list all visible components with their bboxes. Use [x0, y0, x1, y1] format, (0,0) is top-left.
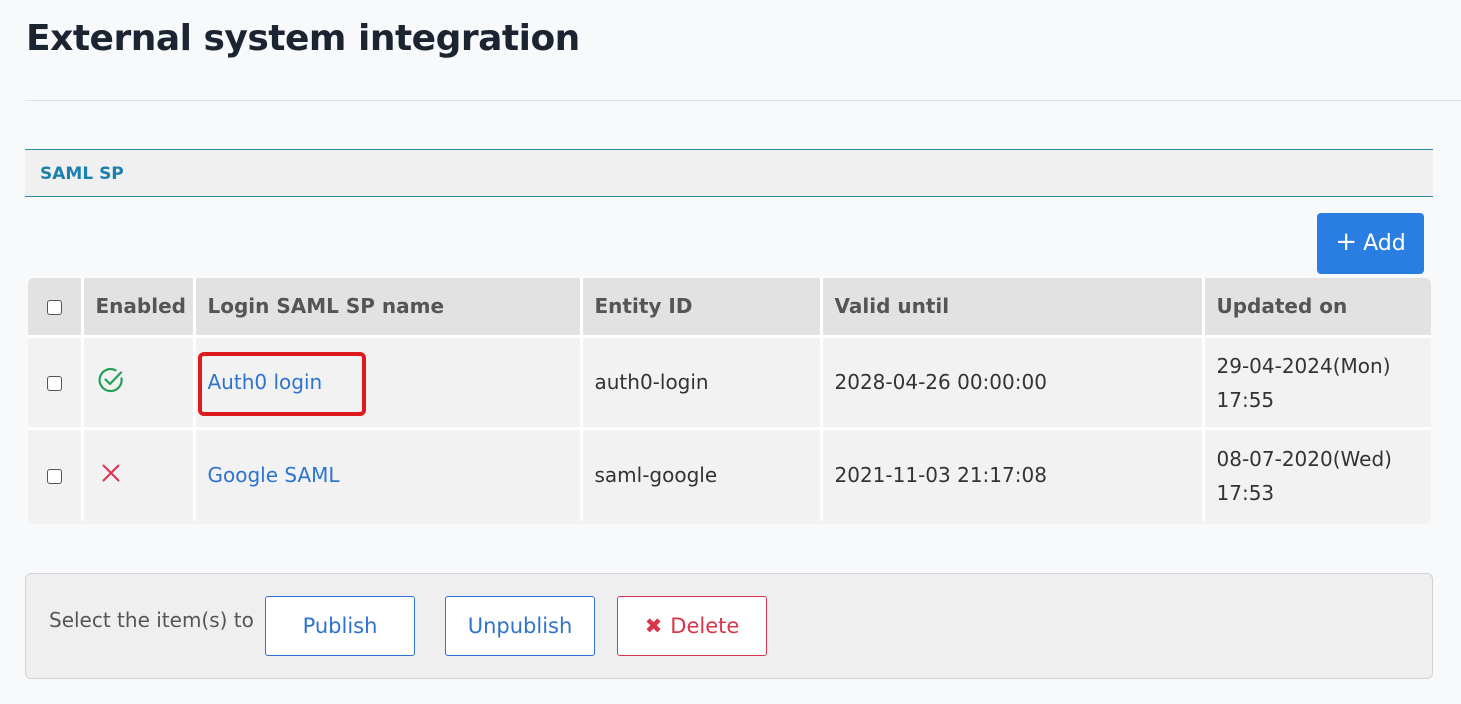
- enabled-cell: [82, 336, 196, 428]
- row-checkbox[interactable]: [46, 469, 62, 485]
- bulk-action-label: Select the item(s) to: [49, 608, 254, 632]
- plus-icon: +: [1335, 227, 1358, 257]
- updated-on-cell: 08-07-2020(Wed) 17:53: [1203, 428, 1431, 521]
- column-header-entity-id[interactable]: Entity ID: [581, 278, 823, 336]
- column-header-updated-on[interactable]: Updated on: [1203, 278, 1431, 336]
- check-circle-icon[interactable]: [96, 365, 126, 400]
- column-header-valid-until[interactable]: Valid until: [821, 278, 1205, 336]
- select-all-cell: [28, 278, 84, 336]
- sp-name-link[interactable]: Google SAML: [208, 463, 340, 487]
- section-header: SAML SP: [25, 149, 1433, 197]
- bulk-action-panel: Select the item(s) to Publish Unpublish …: [25, 573, 1433, 679]
- title-divider: [25, 100, 1461, 101]
- x-mark-icon[interactable]: [96, 458, 126, 493]
- add-button-label: Add: [1363, 231, 1406, 256]
- table-row: Google SAML saml-google 2021-11-03 21:17…: [28, 428, 1431, 521]
- publish-button[interactable]: Publish: [265, 596, 415, 656]
- row-checkbox-cell: [28, 428, 84, 521]
- close-icon: ✖: [644, 614, 663, 638]
- row-checkbox[interactable]: [46, 376, 62, 391]
- page-title: External system integration: [26, 18, 580, 59]
- updated-time: 17:55: [1216, 388, 1275, 412]
- saml-sp-table: Enabled Login SAML SP name Entity ID Val…: [28, 278, 1431, 524]
- add-button[interactable]: + Add: [1317, 213, 1424, 274]
- entity-id-cell: saml-google: [581, 428, 823, 521]
- table-row: Auth0 login auth0-login 2028-04-26 00:00…: [28, 336, 1431, 428]
- row-checkbox-cell: [28, 336, 84, 428]
- delete-button[interactable]: ✖ Delete: [617, 596, 767, 656]
- updated-time: 17:53: [1216, 481, 1275, 506]
- section-label: SAML SP: [40, 164, 124, 184]
- select-all-checkbox[interactable]: [46, 300, 62, 316]
- updated-on-cell: 29-04-2024(Mon) 17:55: [1203, 336, 1431, 428]
- enabled-cell: [82, 428, 196, 521]
- sp-name-link[interactable]: Auth0 login: [208, 370, 323, 394]
- delete-button-label: Delete: [670, 614, 740, 638]
- valid-until-cell: 2028-04-26 00:00:00: [821, 336, 1205, 428]
- table-header-row: Enabled Login SAML SP name Entity ID Val…: [28, 278, 1431, 336]
- name-cell: Auth0 login: [194, 336, 583, 428]
- entity-id-cell: auth0-login: [581, 336, 823, 428]
- updated-date: 08-07-2020(Wed): [1216, 447, 1392, 472]
- updated-date: 29-04-2024(Mon): [1216, 354, 1391, 378]
- name-cell: Google SAML: [194, 428, 583, 521]
- column-header-enabled[interactable]: Enabled: [82, 278, 196, 336]
- column-header-name[interactable]: Login SAML SP name: [194, 278, 583, 336]
- unpublish-button[interactable]: Unpublish: [445, 596, 595, 656]
- valid-until-cell: 2021-11-03 21:17:08: [821, 428, 1205, 521]
